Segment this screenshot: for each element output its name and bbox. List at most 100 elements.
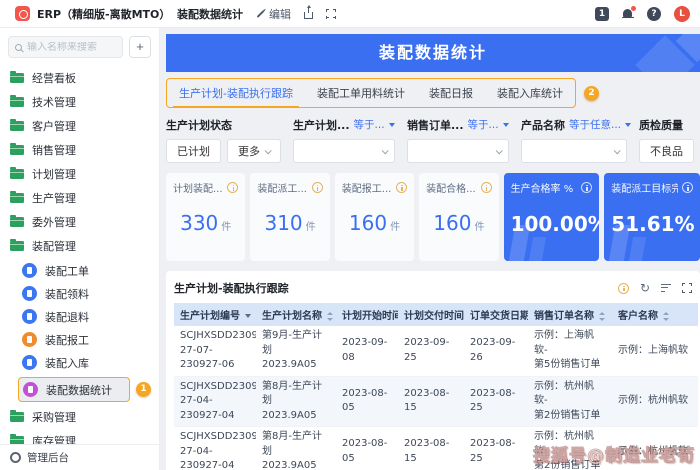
chevron-down-icon [614,147,621,154]
search-box[interactable] [8,36,123,58]
sidebar-folder-assembly[interactable]: 装配管理 [8,234,151,258]
topbar-right: 1 ? L [595,6,692,22]
chevron-down-icon [496,147,503,154]
cell-delivery-date: 2023-08-15 [398,376,464,427]
info-icon[interactable] [581,182,592,193]
tab-assembly-daily-report[interactable]: 装配日报 [429,85,473,101]
cell-sales-order: 示例：上海帆软- 第5份销售订单 [528,326,612,376]
admin-backend-button[interactable]: 管理后台 [0,444,159,470]
folder-icon [10,97,24,107]
stat-cards: 计划装配... 330件 装配派工... 310件 装配报工... 160件 装… [166,173,700,261]
search-input[interactable] [27,42,116,53]
cell-sales-order: 示例：杭州帆软- 第2份销售订单 [528,427,612,470]
caret-down-icon [625,123,631,127]
sidebar-item-assembly-inbound[interactable]: 装配入库 [18,351,151,374]
sidebar-folder-planning[interactable]: 计划管理 [8,162,151,186]
cell-plan-code: SCJHXSDD2309 27-07-230927-06 [174,326,256,376]
sort-desc-icon [245,314,251,318]
column-header-delivery-date[interactable]: 计划交付时间 [398,303,464,326]
info-icon[interactable] [227,182,238,193]
cell-customer: 示例：杭州帆软 [612,376,698,427]
sidebar-item-assembly-material-pick[interactable]: 装配领料 [18,282,151,305]
topbar-left: ERP（精细版-离散MTO） [8,6,168,22]
edit-button[interactable]: 编辑 [256,6,291,22]
column-header-order-date[interactable]: 订单交货日期 [464,303,528,326]
filter-status-more-button[interactable]: 更多 [227,139,281,163]
sidebar-item-assembly-work-report[interactable]: 装配报工 [18,328,151,351]
refresh-icon[interactable]: ↻ [640,282,650,294]
info-icon[interactable] [682,182,693,193]
filter-product-select[interactable] [521,139,627,163]
folder-label: 生产管理 [32,190,76,206]
column-header-customer[interactable]: 客户名称 [612,303,698,326]
message-count-icon[interactable]: 1 [595,7,609,21]
folder-icon [10,217,24,227]
sidebar-item-label: 装配入库 [45,355,89,371]
page-banner: 装配数据统计 [166,34,700,72]
user-avatar[interactable]: L [674,6,690,22]
cell-customer: 示例：杭州帆软 [612,427,698,470]
tab-assembly-inbound-stats[interactable]: 装配入库统计 [497,85,563,101]
filter-order-select[interactable] [407,139,509,163]
cell-sales-order: 示例：杭州帆软- 第2份销售订单 [528,376,612,427]
folder-label: 采购管理 [32,409,76,425]
material-return-icon [22,309,37,324]
sidebar-folder-sales[interactable]: 销售管理 [8,138,151,162]
filter-operator[interactable]: 等于... [354,117,385,132]
folder-icon [10,412,24,422]
admin-backend-label: 管理后台 [27,450,69,465]
notification-bell-icon[interactable] [622,8,634,20]
filter-operator[interactable]: 等于... [468,117,499,132]
column-header-sales-order[interactable]: 销售订单名称 [528,303,612,326]
topbar-doc-group: 装配数据统计 编辑 [168,6,336,22]
cell-start-date: 2023-08-05 [336,427,398,470]
sidebar-item-assembly-workorder[interactable]: 装配工单 [18,259,151,282]
card-assembly-report: 装配报工... 160件 [335,173,414,261]
sidebar-folder-production[interactable]: 生产管理 [8,186,151,210]
folder-label: 委外管理 [32,214,76,230]
card-planned-assembly: 计划装配... 330件 [166,173,245,261]
column-header-plan-name[interactable]: 生产计划名称 [256,303,336,326]
sidebar-folder-technology[interactable]: 技术管理 [8,90,151,114]
sidebar-folder-purchase[interactable]: 采购管理 [8,405,151,429]
sidebar-item-assembly-material-return[interactable]: 装配退料 [18,305,151,328]
sidebar-item-assembly-data-stats[interactable]: 装配数据统计 [18,377,130,402]
sidebar-item-label: 装配领料 [45,286,89,302]
filter-operator[interactable]: 等于任意... [569,117,621,132]
tab-plan-execution-tracking[interactable]: 生产计划-装配执行跟踪 [179,85,293,101]
fullscreen-icon[interactable] [326,9,336,19]
card-pass-rate: 生产合格率 % 100.00% [504,173,600,261]
filter-defective-button[interactable]: 不良品 [639,139,694,163]
info-icon[interactable] [618,283,629,294]
filter-product-name: 产品名称 等于任意... [521,117,627,163]
sidebar-selected-row: 装配数据统计 1 [18,377,151,402]
sidebar-folder-business-board[interactable]: 经营看板 [8,66,151,90]
column-header-plan-code[interactable]: 生产计划编号 [174,303,256,326]
inbound-icon [22,355,37,370]
info-icon[interactable] [396,182,407,193]
table-fullscreen-icon[interactable] [682,283,692,293]
cell-customer: 示例：上海帆软 [612,326,698,376]
card-title: 装配派工目标完... [611,180,678,195]
sort-icon [599,312,605,321]
table-row: SCJHXSDD2309 27-04-230927-04 第8月-生产计划 20… [174,427,698,470]
folder-icon [10,121,24,131]
tab-workorder-material-stats[interactable]: 装配工单用料统计 [317,85,405,101]
gear-icon [10,452,21,463]
help-icon[interactable]: ? [647,7,661,21]
info-icon[interactable] [312,182,323,193]
sidebar-folder-customer[interactable]: 客户管理 [8,114,151,138]
sidebar: + 经营看板 技术管理 客户管理 销售管理 计划管理 生产管理 委外管理 [0,28,160,470]
info-icon[interactable] [481,182,492,193]
filter-plan-select[interactable] [293,139,395,163]
sidebar-item-label: 装配数据统计 [46,382,112,398]
sort-filter-icon[interactable] [661,284,671,293]
column-header-start-date[interactable]: 计划开始时间 [336,303,398,326]
sidebar-folder-outsourcing[interactable]: 委外管理 [8,210,151,234]
folder-icon [10,145,24,155]
card-assembly-dispatch: 装配派工... 310件 [250,173,329,261]
add-button[interactable]: + [129,36,151,58]
filter-status-planned-button[interactable]: 已计划 [166,139,221,163]
document-title: 装配数据统计 [177,6,243,22]
export-icon[interactable] [304,12,313,19]
